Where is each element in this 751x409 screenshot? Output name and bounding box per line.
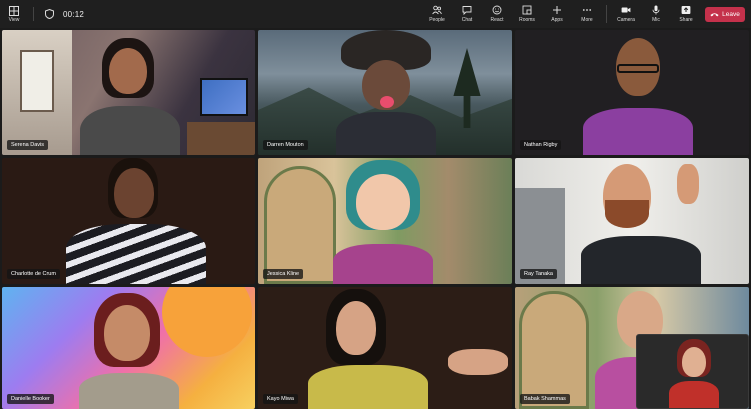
apps-icon (553, 6, 561, 14)
toolbar-separator (33, 7, 34, 21)
tv-screen (200, 78, 248, 116)
avatar-face (104, 305, 150, 361)
share-icon (681, 6, 691, 14)
participant-tile-kayo[interactable]: Kayo Miwa (258, 287, 512, 409)
avatar-danielle (74, 293, 184, 409)
avatar-body (79, 373, 179, 409)
mic-button[interactable]: Mic (641, 0, 671, 28)
shield-icon[interactable] (43, 8, 55, 20)
camera-button[interactable]: Camera (611, 0, 641, 28)
apps-label: Apps (551, 17, 563, 23)
participant-tile-ray[interactable]: Ray Tanaka (515, 158, 749, 284)
avatar-darren (326, 30, 446, 155)
participant-name: Babak Shammas (520, 394, 570, 404)
participant-name: Charlotte de Crum (7, 269, 60, 279)
video-grid: Serena Davis Darren Mouton Nathan Rigby … (2, 30, 749, 409)
participant-tile-serena[interactable]: Serena Davis (2, 30, 255, 155)
rooms-button[interactable]: Rooms (512, 0, 542, 28)
avatar-body (333, 244, 433, 284)
avatar-face (336, 301, 376, 355)
avatar-serena (80, 38, 180, 155)
view-button[interactable]: View (0, 0, 28, 28)
camera-icon (621, 7, 631, 13)
window-light (20, 50, 54, 112)
people-icon (432, 5, 442, 15)
glasses (617, 64, 659, 73)
mic-icon (652, 5, 660, 15)
phone-hangup-icon (710, 12, 719, 16)
participant-name: Darren Mouton (263, 140, 308, 150)
react-button[interactable]: React (482, 0, 512, 28)
stone-arch (264, 166, 336, 284)
participant-tile-nathan[interactable]: Nathan Rigby (515, 30, 749, 155)
avatar-body (336, 112, 436, 155)
view-label: View (8, 16, 20, 23)
stone-arch (519, 291, 589, 409)
participant-tile-jessica[interactable]: Jessica Kline (258, 158, 512, 284)
share-label: Share (679, 17, 693, 23)
rooms-icon (522, 5, 532, 15)
more-button[interactable]: More (572, 0, 602, 28)
rooms-label: Rooms (519, 17, 535, 23)
react-label: React (490, 17, 504, 23)
participant-name: Kayo Miwa (263, 394, 298, 404)
avatar-charlotte (66, 158, 206, 284)
avatar-ray (581, 158, 731, 284)
participant-name: Jessica Kline (263, 269, 304, 279)
beard (605, 200, 649, 228)
avatar-face (682, 347, 706, 377)
avatar-face (356, 174, 410, 230)
participant-tile-charlotte[interactable]: Charlotte de Crum (2, 158, 255, 284)
participant-name: Ray Tanaka (520, 269, 557, 279)
grid-view-icon (9, 5, 19, 16)
avatar-body (80, 106, 180, 155)
avatar-body (308, 365, 428, 409)
participant-tile-danielle[interactable]: Danielle Booker (2, 287, 255, 409)
participant-name: Serena Davis (7, 140, 49, 150)
chat-label: Chat (461, 17, 473, 23)
avatar-nathan (583, 36, 693, 155)
waving-hand (448, 349, 508, 375)
avatar-jessica (328, 160, 438, 284)
avatar-body (583, 108, 693, 155)
chat-icon (462, 6, 472, 15)
toolbar-divider (606, 5, 607, 23)
share-button[interactable]: Share (671, 0, 701, 28)
self-view-tile[interactable] (636, 334, 749, 409)
leave-button[interactable]: Leave (705, 6, 745, 22)
participant-name: Nathan Rigby (520, 140, 562, 150)
avatar-body (581, 236, 701, 284)
apps-button[interactable]: Apps (542, 0, 572, 28)
avatar-kayo (308, 289, 508, 409)
react-icon (492, 5, 502, 15)
avatar-self (669, 339, 719, 408)
mic-label: Mic (652, 17, 660, 23)
raised-hand (677, 164, 699, 204)
avatar-face (109, 48, 147, 94)
camera-label: Camera (617, 17, 635, 23)
more-icon (582, 9, 592, 11)
chat-button[interactable]: Chat (452, 0, 482, 28)
leave-label: Leave (722, 10, 740, 18)
tv-stand (187, 122, 255, 155)
avatar-body (669, 381, 719, 408)
people-label: People (429, 17, 445, 23)
more-label: More (581, 17, 593, 23)
meeting-toolbar: View 00:12 People Chat React Rooms Apps (0, 0, 751, 28)
heart-reaction (380, 96, 394, 108)
people-button[interactable]: People (422, 0, 452, 28)
participant-tile-darren[interactable]: Darren Mouton (258, 30, 512, 155)
striped-sweater (66, 224, 206, 284)
participant-name: Danielle Booker (7, 394, 54, 404)
meeting-timer: 00:12 (63, 9, 85, 19)
avatar-face (114, 168, 154, 218)
